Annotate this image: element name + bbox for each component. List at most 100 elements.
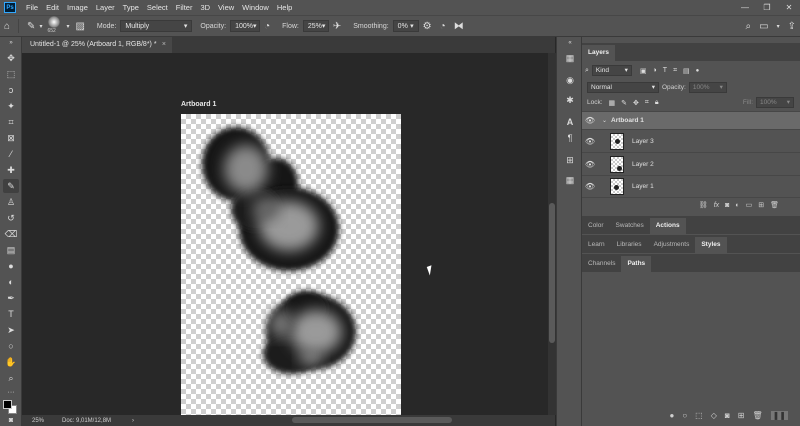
tab-adjustments[interactable]: Adjustments — [648, 237, 696, 253]
collapse-icon[interactable]: » — [3, 40, 19, 46]
menu-help[interactable]: Help — [273, 0, 296, 15]
search-icon[interactable]: ⌕ — [746, 21, 752, 32]
flow-input[interactable]: 25% ▾ — [302, 20, 329, 32]
dodge-tool-icon[interactable]: ◐ — [3, 275, 19, 289]
blend-mode-select[interactable]: Normal ▾ — [587, 82, 659, 93]
tab-actions[interactable]: Actions — [649, 218, 686, 234]
new-path-icon[interactable]: ⊞ — [738, 411, 745, 420]
pressure-size-icon[interactable]: ◔ — [440, 21, 446, 32]
make-work-path-icon[interactable]: ◇ — [711, 411, 717, 420]
tab-color[interactable]: Color — [582, 218, 610, 234]
tab-swatches[interactable]: Swatches — [610, 218, 650, 234]
character-panel-icon[interactable]: A — [563, 117, 577, 129]
artboard-label[interactable]: Artboard 1 — [181, 101, 216, 108]
workspace-icon[interactable]: ▭ — [759, 21, 768, 32]
lock-transparency-icon[interactable]: ▦ — [609, 99, 616, 107]
folder-icon[interactable]: ▭ — [746, 201, 753, 209]
maximize-button[interactable]: ❐ — [756, 3, 778, 12]
airbrush-icon[interactable]: ✈ — [333, 21, 341, 32]
fill-path-icon[interactable]: ● — [669, 411, 674, 420]
layer-row[interactable]: 👁︎ Layer 1 — [582, 175, 800, 198]
frame-tool-icon[interactable]: ⊠ — [3, 131, 19, 145]
trash-icon[interactable]: 🗑︎ — [770, 201, 779, 209]
stroke-path-icon[interactable]: ○ — [682, 411, 687, 420]
marquee-tool-icon[interactable]: ⬚ — [3, 67, 19, 81]
quick-mask-icon[interactable]: ◙ — [3, 413, 19, 426]
add-mask-icon[interactable]: ◙ — [725, 411, 730, 420]
path-selection-tool-icon[interactable]: ➤ — [3, 323, 19, 337]
brush-tool-icon[interactable]: ✎ — [27, 21, 35, 32]
document-info[interactable]: Doc: 9,01M/12,8M — [62, 418, 132, 424]
type-tool-icon[interactable]: T — [3, 307, 19, 321]
chevron-down-icon[interactable]: ▾ — [66, 23, 69, 30]
pixel-filter-icon[interactable]: ▣ — [640, 67, 647, 75]
eraser-tool-icon[interactable]: ⌫ — [3, 227, 19, 241]
load-selection-icon[interactable]: ⬚ — [695, 411, 703, 420]
menu-view[interactable]: View — [214, 0, 238, 15]
lock-position-icon[interactable]: ✥ — [633, 99, 639, 107]
healing-brush-tool-icon[interactable]: ✚ — [3, 163, 19, 177]
move-tool-icon[interactable]: ✥ — [3, 51, 19, 65]
status-arrow-icon[interactable]: › — [132, 418, 134, 424]
hand-tool-icon[interactable]: ✋ — [3, 355, 19, 369]
chevron-down-icon[interactable]: ⌄ — [602, 117, 607, 124]
history-brush-tool-icon[interactable]: ↺ — [3, 211, 19, 225]
blur-tool-icon[interactable]: ● — [3, 259, 19, 273]
eyedropper-tool-icon[interactable]: ⁄ — [3, 147, 19, 161]
document-tab[interactable]: Untitled-1 @ 25% (Artboard 1, RGB/8*) * … — [22, 37, 172, 53]
brush-tool-icon[interactable]: ✎ — [3, 179, 19, 193]
menu-select[interactable]: Select — [143, 0, 172, 15]
artboard[interactable] — [181, 114, 401, 416]
layer-row[interactable]: 👁︎ Layer 2 — [582, 152, 800, 175]
adjustment-filter-icon[interactable]: ◑ — [653, 67, 657, 74]
visibility-eye-icon[interactable]: 👁︎ — [582, 116, 598, 125]
chevron-down-icon[interactable]: ▾ — [777, 23, 780, 30]
paragraph-panel-icon[interactable]: ¶ — [563, 133, 577, 145]
history-panel-icon[interactable]: ▦ — [563, 53, 577, 65]
swatches-panel-icon[interactable]: ✱ — [563, 95, 577, 107]
home-icon[interactable]: ⌂ — [4, 21, 10, 32]
magic-wand-tool-icon[interactable]: ✦ — [3, 99, 19, 113]
menu-window[interactable]: Window — [238, 0, 273, 15]
tab-channels[interactable]: Channels — [582, 256, 621, 272]
color-panel-icon[interactable]: ◉ — [563, 75, 577, 87]
tab-styles[interactable]: Styles — [695, 237, 727, 253]
tab-layers[interactable]: Layers — [582, 45, 615, 61]
collapse-icon[interactable]: « — [563, 40, 577, 52]
filter-toggle-icon[interactable]: ● — [696, 68, 700, 74]
visibility-eye-icon[interactable]: 👁︎ — [582, 160, 598, 169]
smoothing-input[interactable]: 0% ▾ — [392, 20, 419, 32]
tab-libraries[interactable]: Libraries — [611, 237, 648, 253]
pressure-opacity-icon[interactable]: ◔ — [264, 21, 270, 32]
brush-settings-icon[interactable]: ▨ — [75, 21, 84, 32]
zoom-level[interactable]: 25% — [32, 418, 62, 424]
properties-panel-icon[interactable]: ▦ — [563, 175, 577, 187]
clone-stamp-tool-icon[interactable]: ♙ — [3, 195, 19, 209]
layer-opacity-input[interactable]: 100% ▾ — [688, 82, 727, 93]
close-tab-icon[interactable]: × — [162, 37, 166, 53]
visibility-eye-icon[interactable]: 👁︎ — [582, 182, 598, 191]
vertical-scroll-thumb[interactable] — [549, 203, 555, 343]
link-layers-icon[interactable]: ⛓ — [699, 201, 708, 209]
brush-preset-picker[interactable]: 652 — [44, 16, 66, 36]
pen-tool-icon[interactable]: ✒ — [3, 291, 19, 305]
mode-select[interactable]: Multiply ▾ — [120, 20, 193, 32]
horizontal-scroll-thumb[interactable] — [292, 417, 452, 423]
menu-filter[interactable]: Filter — [172, 0, 197, 15]
add-mask-icon[interactable]: ◙ — [725, 202, 729, 209]
libraries-panel-icon[interactable]: ⊞ — [563, 155, 577, 167]
more-tools-icon[interactable]: ··· — [3, 385, 19, 399]
type-filter-icon[interactable]: T — [663, 67, 667, 74]
menu-type[interactable]: Type — [119, 0, 143, 15]
layer-filter-select[interactable]: Kind ▾ — [591, 65, 632, 76]
layer-row[interactable]: 👁︎ Layer 3 — [582, 129, 800, 152]
layer-group-artboard[interactable]: 👁︎ ⌄ Artboard 1 — [582, 111, 800, 129]
foreground-color-swatch[interactable] — [3, 400, 12, 409]
gradient-tool-icon[interactable]: ▤ — [3, 243, 19, 257]
pause-icon[interactable]: ❚❚ — [770, 411, 788, 420]
lock-artboard-icon[interactable]: ⌗ — [645, 99, 649, 107]
menu-3d[interactable]: 3D — [196, 0, 214, 15]
menu-image[interactable]: Image — [63, 0, 92, 15]
fx-icon[interactable]: fx — [714, 202, 719, 209]
lasso-tool-icon[interactable]: ↄ — [3, 83, 19, 97]
